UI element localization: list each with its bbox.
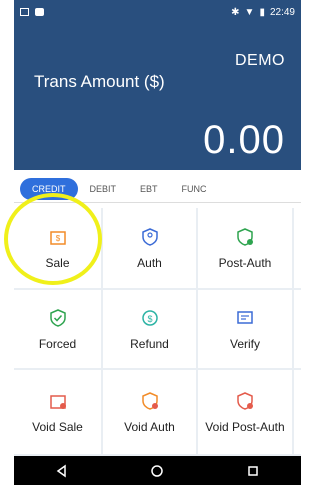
grid-edge-2 (294, 290, 301, 370)
home-icon (151, 464, 164, 477)
void-post-auth-button[interactable]: Void Post-Auth (198, 370, 294, 456)
post-auth-icon (237, 227, 253, 246)
image-icon (35, 8, 44, 16)
highlight-circle (4, 193, 102, 285)
auth-icon (141, 227, 158, 246)
void-auth-label: Void Auth (124, 419, 175, 434)
void-post-auth-label: Void Post-Auth (205, 419, 285, 434)
void-auth-button[interactable]: Void Auth (103, 370, 198, 456)
void-post-auth-icon (237, 391, 253, 410)
tab-debit[interactable]: DEBIT (78, 178, 129, 200)
verify-icon (237, 310, 253, 324)
verify-button[interactable]: Verify (198, 290, 294, 370)
status-bar: ✱ ▼ ▮ 22:49 (14, 0, 301, 30)
post-auth-label: Post-Auth (218, 255, 272, 270)
void-auth-icon (141, 391, 158, 410)
grid-edge-1 (294, 208, 301, 290)
amount-label: Trans Amount ($) (34, 72, 165, 91)
back-button[interactable] (54, 463, 70, 479)
refund-label: Refund (130, 336, 169, 351)
grid-edge-3 (294, 370, 301, 456)
back-icon (56, 464, 66, 477)
demo-label: DEMO (235, 52, 285, 69)
verify-label: Verify (229, 336, 260, 351)
auth-button[interactable]: Auth (103, 208, 198, 290)
void-sale-label: Void Sale (32, 419, 83, 434)
void-sale-icon (49, 394, 66, 409)
amount-header: DEMO Trans Amount ($) 0.00 (14, 30, 301, 170)
forced-label: Forced (38, 336, 77, 351)
status-left (20, 8, 44, 16)
recent-apps-button[interactable] (245, 463, 261, 479)
home-button[interactable] (149, 463, 165, 479)
battery-icon: ▮ (259, 7, 265, 18)
app-frame: ✱ ▼ ▮ 22:49 DEMO Trans Amount ($) 0.00 C… (0, 0, 301, 485)
tab-ebt[interactable]: EBT (128, 178, 170, 200)
status-right: ✱ ▼ ▮ 22:49 (231, 7, 295, 18)
amount-value[interactable]: 0.00 (203, 118, 285, 163)
forced-icon (49, 308, 66, 327)
refund-icon: $ (141, 309, 158, 326)
auth-label: Auth (137, 255, 162, 270)
recent-apps-icon (248, 465, 258, 476)
post-auth-button[interactable]: Post-Auth (198, 208, 294, 290)
void-sale-button[interactable]: Void Sale (14, 370, 103, 456)
wifi-icon: ▼ (244, 7, 255, 18)
status-time: 22:49 (269, 7, 295, 18)
tab-func[interactable]: FUNC (170, 178, 219, 200)
svg-text:$: $ (147, 314, 152, 324)
forced-button[interactable]: Forced (14, 290, 103, 370)
notification-icon (20, 8, 29, 16)
bluetooth-icon: ✱ (231, 7, 240, 18)
android-nav-bar (14, 456, 301, 485)
refund-button[interactable]: $ Refund (103, 290, 198, 370)
